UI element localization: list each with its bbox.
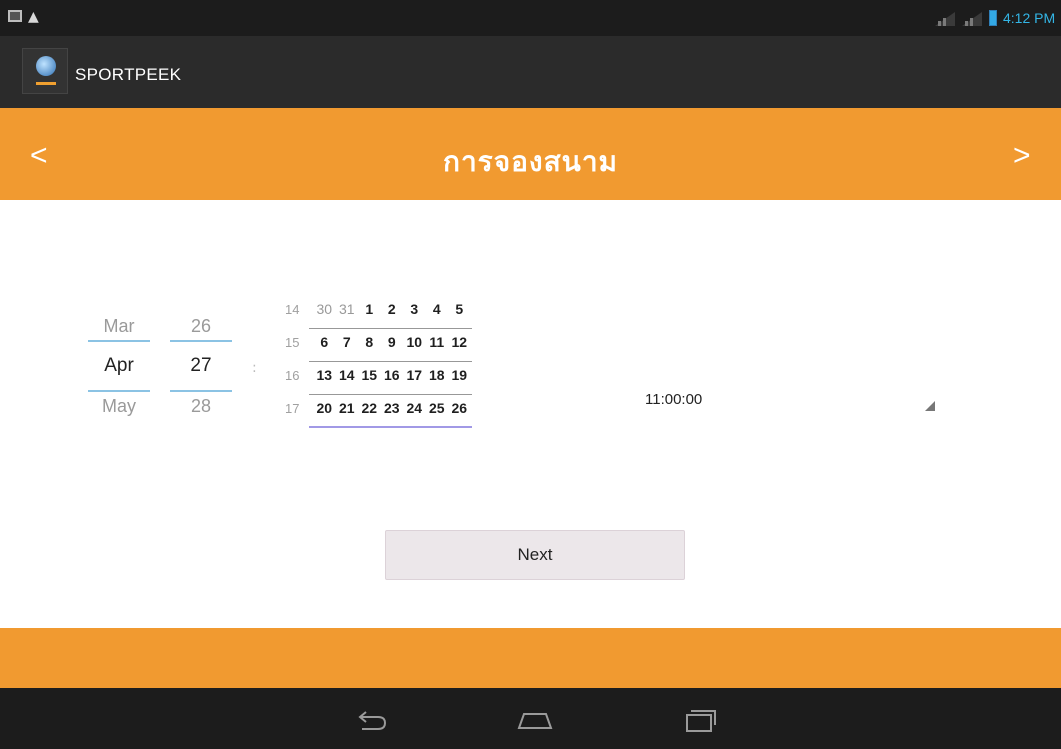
- day-spinner[interactable]: 26 27 28: [170, 312, 232, 420]
- calendar-day[interactable]: 30: [313, 301, 336, 317]
- calendar-day[interactable]: 21: [336, 400, 359, 416]
- time-value: 11:00:00: [645, 391, 703, 408]
- day-next[interactable]: 28: [170, 392, 232, 420]
- day-prev[interactable]: 26: [170, 312, 232, 340]
- spinner-separator: :: [252, 360, 257, 376]
- app-title: SPORTPEEK: [75, 65, 182, 84]
- app-logo-icon[interactable]: [22, 48, 68, 94]
- calendar-day[interactable]: 11: [426, 334, 449, 350]
- spinner-divider: [88, 390, 150, 392]
- status-bar: ▲ 4:12 PM: [0, 0, 1061, 36]
- calendar-day[interactable]: 8: [358, 334, 381, 350]
- calendar-day[interactable]: 10: [403, 334, 426, 350]
- calendar-day[interactable]: 5: [448, 301, 471, 317]
- calendar-day[interactable]: 23: [381, 400, 404, 416]
- time-spinner[interactable]: 11:00:00: [645, 385, 945, 415]
- week-number: 14: [285, 302, 300, 317]
- calendar-day[interactable]: 20: [313, 400, 336, 416]
- calendar-day[interactable]: 17: [403, 367, 426, 383]
- calendar-day[interactable]: 24: [403, 400, 426, 416]
- week-number: 15: [285, 335, 300, 350]
- calendar-day[interactable]: 25: [426, 400, 449, 416]
- week-days: 30 31 1 2 3 4 5: [313, 301, 471, 317]
- week-days: 6 7 8 9 10 11 12: [313, 334, 471, 350]
- calendar-day[interactable]: 14: [336, 367, 359, 383]
- calendar-day[interactable]: 12: [448, 334, 471, 350]
- footer-bar: [0, 628, 1061, 688]
- spinner-divider: [170, 390, 232, 392]
- signal-icon: [935, 12, 955, 26]
- calendar-day[interactable]: 7: [336, 334, 359, 350]
- recents-icon[interactable]: [680, 706, 720, 734]
- calendar-day[interactable]: 31: [336, 301, 359, 317]
- booking-form: Mar Apr May 26 27 28 : 14 30 31 1 2 3 4 5 15 6 7 8 9…: [0, 200, 1061, 628]
- signal-icon: [962, 12, 982, 26]
- next-button[interactable]: Next: [385, 530, 685, 580]
- warning-icon: ▲: [28, 9, 39, 25]
- calendar-day[interactable]: 3: [403, 301, 426, 317]
- day-current[interactable]: 27: [170, 342, 232, 390]
- status-time: 4:12 PM: [1003, 10, 1056, 26]
- calendar-day[interactable]: 2: [381, 301, 404, 317]
- page-header: < การจองสนาม >: [0, 108, 1061, 200]
- battery-icon: [989, 10, 997, 26]
- week-days: 13 14 15 16 17 18 19: [313, 367, 471, 383]
- calendar-day[interactable]: 6: [313, 334, 336, 350]
- week-number: 17: [285, 401, 300, 416]
- calendar-week-row: 17 20 21 22 23 24 25 26: [285, 395, 485, 428]
- calendar-week-row: 16 13 14 15 16 17 18 19: [285, 362, 485, 395]
- dropdown-caret-icon: [925, 401, 935, 411]
- calendar-day[interactable]: 22: [358, 400, 381, 416]
- calendar-day[interactable]: 26: [448, 400, 471, 416]
- week-divider: [309, 426, 472, 428]
- home-icon[interactable]: [515, 706, 555, 734]
- calendar-day[interactable]: 1: [358, 301, 381, 317]
- calendar-day[interactable]: 16: [381, 367, 404, 383]
- back-icon[interactable]: [352, 706, 392, 734]
- spinner-divider: [170, 340, 232, 342]
- week-days: 20 21 22 23 24 25 26: [313, 400, 471, 416]
- calendar-week-row: 15 6 7 8 9 10 11 12: [285, 329, 485, 362]
- month-prev[interactable]: Mar: [88, 312, 150, 340]
- spinner-divider: [88, 340, 150, 342]
- calendar-day[interactable]: 9: [381, 334, 404, 350]
- action-bar: SPORTPEEK: [0, 36, 1061, 108]
- calendar-week-row: 14 30 31 1 2 3 4 5: [285, 296, 485, 329]
- next-arrow-button[interactable]: >: [1013, 141, 1031, 171]
- calendar-day[interactable]: 19: [448, 367, 471, 383]
- calendar-day[interactable]: 15: [358, 367, 381, 383]
- month-spinner[interactable]: Mar Apr May: [88, 312, 150, 420]
- calendar-day[interactable]: 18: [426, 367, 449, 383]
- navigation-bar: [0, 688, 1061, 749]
- picture-icon: [8, 10, 22, 22]
- calendar-day[interactable]: 13: [313, 367, 336, 383]
- calendar-view[interactable]: 14 30 31 1 2 3 4 5 15 6 7 8 9 10 11 12 16 13 14 15 16 17 18 19 1…: [285, 296, 485, 428]
- calendar-day[interactable]: 4: [426, 301, 449, 317]
- month-current[interactable]: Apr: [88, 342, 150, 390]
- week-number: 16: [285, 368, 300, 383]
- month-next[interactable]: May: [88, 392, 150, 420]
- page-title: การจองสนาม: [442, 145, 619, 178]
